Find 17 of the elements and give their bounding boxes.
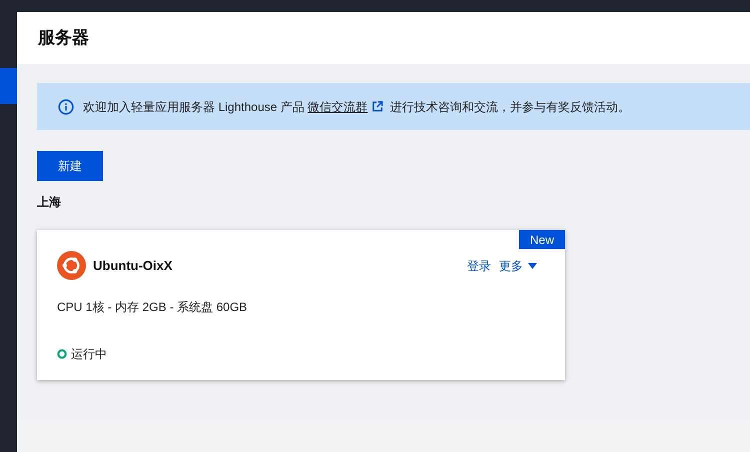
external-link-icon xyxy=(372,100,383,112)
instance-name: Ubuntu-OixX xyxy=(93,256,172,275)
info-icon xyxy=(58,98,74,114)
page-title: 服务器 xyxy=(38,27,89,50)
more-dropdown[interactable]: 更多 xyxy=(499,256,537,274)
sidebar-item[interactable] xyxy=(0,68,17,104)
create-button[interactable]: 新建 xyxy=(37,151,103,181)
ubuntu-logo-icon xyxy=(57,251,86,280)
region-label: 上海 xyxy=(37,194,62,211)
status-text: 运行中 xyxy=(71,346,107,363)
new-badge: New xyxy=(518,230,565,249)
wechat-group-link[interactable]: 微信交流群 xyxy=(308,100,368,114)
instance-specs: CPU 1核 - 内存 2GB - 系统盘 60GB xyxy=(57,299,248,316)
login-link[interactable]: 登录 xyxy=(467,256,491,274)
notice-text: 欢迎加入轻量应用服务器 Lighthouse 产品 微信交流群 进行技术咨询和交流，并参与有奖反馈活动。 xyxy=(83,98,630,116)
status-dot-icon xyxy=(57,349,67,359)
caret-icon xyxy=(528,262,537,268)
